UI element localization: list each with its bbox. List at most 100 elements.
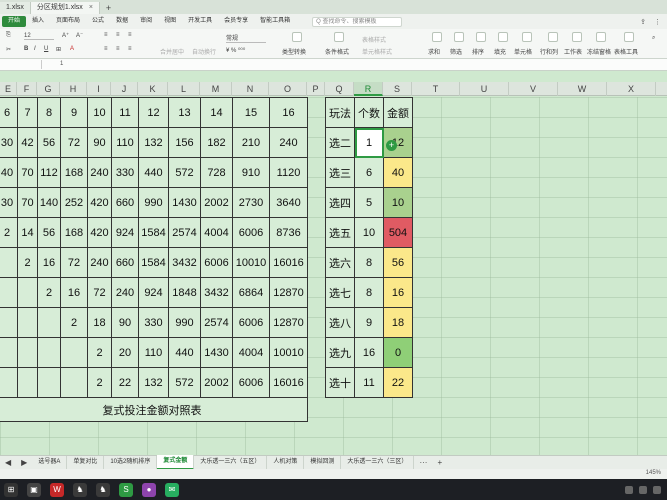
table-cell[interactable]: 2 (0, 217, 18, 248)
column-header[interactable]: M (200, 82, 232, 96)
column-header[interactable]: V (509, 82, 558, 96)
table-cell[interactable]: 2730 (232, 187, 270, 218)
header-cell[interactable]: 12 (138, 97, 169, 128)
column-header[interactable]: K (138, 82, 168, 96)
table-cell[interactable]: 156 (168, 127, 201, 158)
table-cell[interactable]: 1584 (138, 217, 169, 248)
count-cell[interactable]: 5 (354, 187, 384, 218)
play-header[interactable]: 玩法 (325, 97, 355, 128)
column-header[interactable]: G (37, 82, 60, 96)
table-cell[interactable]: 20 (111, 337, 139, 368)
table-tools-button[interactable]: 表格工具 (614, 47, 638, 56)
table-cell[interactable]: 2 (37, 277, 61, 308)
table-cell[interactable]: 110 (138, 337, 169, 368)
sum-button[interactable]: 求和 (428, 47, 440, 56)
close-icon[interactable]: × (89, 4, 93, 11)
table-caption[interactable]: 复式投注金额对照表 (0, 397, 308, 422)
sheet-tab[interactable]: 复式金额 (157, 455, 195, 470)
sheet-tab[interactable]: 模拟回测 (304, 456, 342, 469)
table-cell[interactable]: 12870 (269, 307, 308, 338)
count-cell[interactable]: 8 (354, 247, 384, 278)
table-cell[interactable]: 1584 (138, 247, 169, 278)
table-cell[interactable]: 90 (111, 307, 139, 338)
file-tab-1[interactable]: 1.xlsx (0, 2, 31, 14)
align-bottom-icon[interactable]: ≡ (128, 32, 132, 38)
border-icon[interactable]: ⊞ (56, 46, 61, 53)
align-right-icon[interactable]: ≡ (128, 46, 132, 52)
table-cell[interactable]: 3640 (269, 187, 308, 218)
font-color-icon[interactable]: A (70, 46, 74, 52)
table-cell[interactable]: 6006 (200, 247, 233, 278)
count-cell[interactable]: 11 (354, 367, 384, 398)
prev-sheet-icon[interactable]: ◀ (0, 458, 16, 467)
table-cell[interactable]: 132 (138, 127, 169, 158)
align-center-icon[interactable]: ≡ (116, 46, 120, 52)
column-header[interactable]: S (383, 82, 412, 96)
column-header[interactable]: X (607, 82, 656, 96)
table-cell[interactable]: 1120 (269, 157, 308, 188)
table-cell[interactable]: 10010 (232, 247, 270, 278)
count-header[interactable]: 个数 (354, 97, 384, 128)
command-search-input[interactable]: Q 查找命令、搜索模板 (312, 16, 403, 27)
header-cell[interactable]: 11 (111, 97, 139, 128)
header-cell[interactable]: 6 (0, 97, 18, 128)
sheet-tab[interactable]: 单复对比 (67, 456, 105, 469)
cell-style-button[interactable]: 单元格样式 (362, 47, 392, 56)
table-cell[interactable]: 30 (0, 127, 18, 158)
header-cell[interactable]: 7 (17, 97, 38, 128)
table-cell[interactable] (17, 307, 38, 338)
header-cell[interactable]: 15 (232, 97, 270, 128)
table-cell[interactable] (17, 367, 38, 398)
table-cell[interactable]: 30 (0, 187, 18, 218)
table-cell[interactable]: 56 (37, 127, 61, 158)
count-cell[interactable]: 16 (354, 337, 384, 368)
table-cell[interactable]: 70 (17, 187, 38, 218)
menu-toolbox[interactable]: 智能工具箱 (254, 16, 296, 27)
play-cell[interactable]: 选八 (325, 307, 355, 338)
table-cell[interactable]: 3432 (168, 247, 201, 278)
add-sheet-icon[interactable]: + (432, 458, 447, 467)
column-header[interactable]: W (558, 82, 607, 96)
table-cell[interactable]: 72 (60, 127, 88, 158)
table-cell[interactable]: 8736 (269, 217, 308, 248)
table-cell[interactable] (0, 247, 18, 278)
table-cell[interactable]: 2 (87, 337, 112, 368)
align-left-icon[interactable]: ≡ (104, 46, 108, 52)
freeze-button[interactable]: 冻结窗格 (587, 47, 611, 56)
play-cell[interactable]: 选六 (325, 247, 355, 278)
fill-button[interactable]: 填充 (494, 47, 506, 56)
sheet-area[interactable]: 6 7 8 9 10 11 12 13 14 15 16 30 42 56 72 90 110 132 156 182… (0, 97, 667, 455)
table-cell[interactable]: 3432 (200, 277, 233, 308)
share-icon[interactable]: ⇪ (640, 18, 646, 26)
count-cell[interactable]: 10 (354, 217, 384, 248)
spreadsheet-icon[interactable]: S (119, 482, 133, 497)
sheet-tab[interactable]: 大乐透一三六（五区） (194, 456, 268, 469)
table-cell[interactable]: 140 (37, 187, 61, 218)
table-cell[interactable]: 572 (168, 367, 201, 398)
table-cell[interactable]: 90 (87, 127, 112, 158)
next-sheet-icon[interactable]: ▶ (16, 458, 32, 467)
table-cell[interactable] (37, 307, 61, 338)
column-header-selected[interactable]: R (354, 82, 383, 96)
underline-button[interactable]: U (44, 46, 48, 52)
table-cell[interactable] (17, 277, 38, 308)
play-cell[interactable]: 选三 (325, 157, 355, 188)
table-cell[interactable]: 168 (60, 217, 88, 248)
header-cell[interactable]: 13 (168, 97, 201, 128)
number-format-select[interactable]: 常规 (226, 33, 266, 43)
column-header[interactable]: F (17, 82, 37, 96)
table-cell[interactable]: 70 (17, 157, 38, 188)
table-cell[interactable]: 6006 (232, 217, 270, 248)
table-cell[interactable]: 2002 (200, 367, 233, 398)
worksheet-button[interactable]: 工作表 (564, 47, 582, 56)
table-cell[interactable]: 240 (87, 157, 112, 188)
amount-cell[interactable]: 40 (383, 157, 413, 188)
menu-developer[interactable]: 开发工具 (182, 16, 218, 27)
currency-icon[interactable]: ¥ % ⁰⁰⁰ (226, 47, 245, 54)
table-cell[interactable]: 910 (232, 157, 270, 188)
app-icon[interactable]: ▣ (27, 482, 41, 497)
table-cell[interactable]: 4004 (200, 217, 233, 248)
table-cell[interactable]: 1430 (168, 187, 201, 218)
row-col-button[interactable]: 行和列 (540, 47, 558, 56)
table-cell[interactable] (0, 367, 18, 398)
